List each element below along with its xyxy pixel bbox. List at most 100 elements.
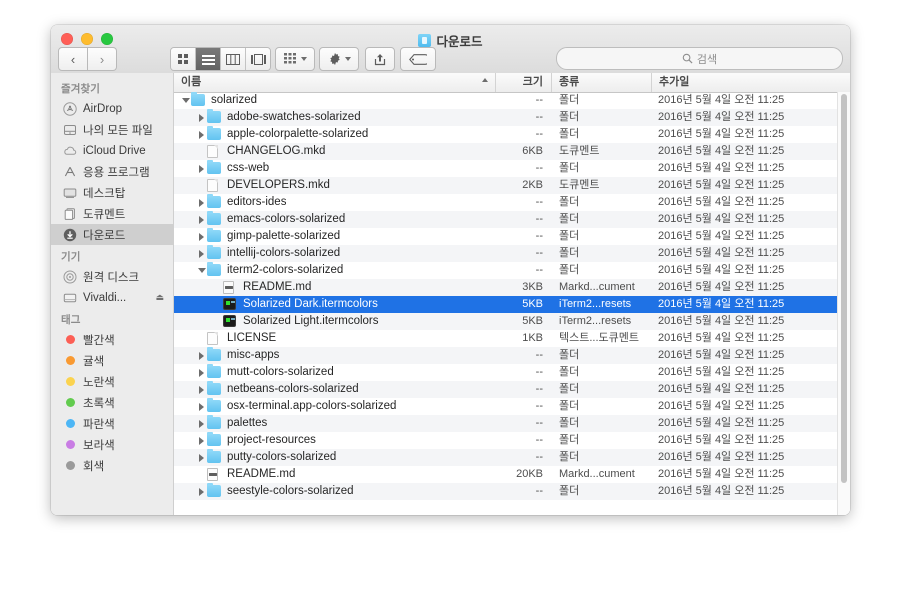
disclosure-triangle-closed[interactable] <box>196 453 207 462</box>
column-header-name[interactable]: 이름 <box>174 73 496 92</box>
disclosure-triangle-closed[interactable] <box>196 351 207 360</box>
tag-button[interactable] <box>400 47 436 71</box>
table-row[interactable]: CHANGELOG.mkd 6KB 도큐멘트 2016년 5월 4일 오전 11:25 <box>174 143 850 160</box>
sidebar-item-회색[interactable]: 회색 <box>51 455 173 476</box>
disclosure-triangle-closed[interactable] <box>196 232 207 241</box>
cell-name: README.md <box>174 279 496 296</box>
sidebar-item-icloud-drive[interactable]: iCloud Drive <box>51 140 173 161</box>
disclosure-triangle-closed[interactable] <box>196 130 207 139</box>
table-row[interactable]: seestyle-colors-solarized -- 폴더 2016년 5월 4일… <box>174 483 850 500</box>
disclosure-triangle-open[interactable] <box>196 268 207 273</box>
disclosure-triangle-closed[interactable] <box>196 385 207 394</box>
file-name: CHANGELOG.mkd <box>227 145 326 157</box>
itermcolors-icon <box>223 298 238 311</box>
finder-sidebar[interactable]: 즐겨찾기 AirDrop 나의 모든 파일 iCloud Drive 응용 프로그램 데스… <box>51 73 174 515</box>
sidebar-item-응용-프로그램[interactable]: 응용 프로그램 <box>51 161 173 182</box>
sidebar-item-초록색[interactable]: 초록색 <box>51 392 173 413</box>
table-row[interactable]: netbeans-colors-solarized -- 폴더 2016년 5월 4일… <box>174 381 850 398</box>
markdown-icon <box>207 468 222 481</box>
eject-icon[interactable]: ⏏ <box>155 292 164 303</box>
folder-icon <box>191 92 206 107</box>
sidebar-item-귤색[interactable]: 귤색 <box>51 350 173 371</box>
icon-view-button[interactable] <box>171 48 196 70</box>
cell-kind: 폴더 <box>559 383 580 395</box>
table-row[interactable]: README.md 3KB Markd...cument 2016년 5월 4일 오전… <box>174 279 850 296</box>
table-row[interactable]: osx-terminal.app-colors-solarized -- 폴더 201… <box>174 398 850 415</box>
file-name: Solarized Dark.itermcolors <box>243 298 378 310</box>
file-name: osx-terminal.app-colors-solarized <box>227 400 397 412</box>
chevron-right-icon <box>199 385 204 394</box>
table-row[interactable]: LICENSE 1KB 텍스트...도큐멘트 2016년 5월 4일 오전 11:25 <box>174 330 850 347</box>
disclosure-triangle-closed[interactable] <box>196 436 207 445</box>
table-row[interactable]: intellij-colors-solarized -- 폴더 2016년 5월 4일… <box>174 245 850 262</box>
disclosure-triangle-closed[interactable] <box>196 419 207 428</box>
table-row[interactable]: gimp-palette-solarized -- 폴더 2016년 5월 4일 오전… <box>174 228 850 245</box>
search-input[interactable]: 검색 <box>556 47 843 70</box>
sidebar-item-vivaldi...[interactable]: Vivaldi... ⏏ <box>51 287 173 308</box>
scrollbar-thumb[interactable] <box>841 94 847 484</box>
airdrop-icon <box>63 101 77 116</box>
vertical-scrollbar[interactable] <box>837 92 850 515</box>
coverflow-view-button[interactable] <box>246 48 270 70</box>
disclosure-triangle-closed[interactable] <box>196 113 207 122</box>
disclosure-triangle-closed[interactable] <box>196 487 207 496</box>
sidebar-item-파란색[interactable]: 파란색 <box>51 413 173 434</box>
disclosure-triangle-closed[interactable] <box>196 368 207 377</box>
table-row[interactable]: palettes -- 폴더 2016년 5월 4일 오전 11:25 <box>174 415 850 432</box>
table-row[interactable]: misc-apps -- 폴더 2016년 5월 4일 오전 11:25 <box>174 347 850 364</box>
action-button[interactable] <box>319 47 359 71</box>
table-row[interactable]: project-resources -- 폴더 2016년 5월 4일 오전 11:2… <box>174 432 850 449</box>
file-list-rows[interactable]: solarized -- 폴더 2016년 5월 4일 오전 11:25 adobe-s… <box>174 92 850 515</box>
table-row[interactable]: editors-ides -- 폴더 2016년 5월 4일 오전 11:25 <box>174 194 850 211</box>
table-row[interactable]: Solarized Dark.itermcolors 5KB iTerm2...re… <box>174 296 850 313</box>
list-view-button[interactable] <box>196 48 221 70</box>
file-name: netbeans-colors-solarized <box>227 383 359 395</box>
table-row[interactable]: css-web -- 폴더 2016년 5월 4일 오전 11:25 <box>174 160 850 177</box>
table-row[interactable]: README.md 20KB Markd...cument 2016년 5월 4일 오… <box>174 466 850 483</box>
markdown-icon <box>223 281 238 294</box>
share-button[interactable] <box>365 47 395 71</box>
column-header-kind[interactable]: 종류 <box>552 73 652 92</box>
column-header-label: 이름 <box>181 76 202 88</box>
disclosure-triangle-closed[interactable] <box>196 249 207 258</box>
chevron-right-icon <box>199 436 204 445</box>
document-icon <box>207 332 222 345</box>
table-row[interactable]: apple-colorpalette-solarized -- 폴더 2016년 5월… <box>174 126 850 143</box>
table-row[interactable]: putty-colors-solarized -- 폴더 2016년 5월 4일 오전… <box>174 449 850 466</box>
chevron-right-icon <box>199 113 204 122</box>
disclosure-triangle-closed[interactable] <box>196 164 207 173</box>
file-name: palettes <box>227 417 268 429</box>
sidebar-item-다운로드[interactable]: 다운로드 <box>51 224 173 245</box>
sidebar-item-나의-모든-파일[interactable]: 나의 모든 파일 <box>51 119 173 140</box>
table-row[interactable]: adobe-swatches-solarized -- 폴더 2016년 5월 4일 … <box>174 109 850 126</box>
sidebar-item-빨간색[interactable]: 빨간색 <box>51 329 173 350</box>
sidebar-item-노란색[interactable]: 노란색 <box>51 371 173 392</box>
cell-size: -- <box>535 366 543 378</box>
column-header-size[interactable]: 크기 <box>496 73 552 92</box>
file-name: apple-colorpalette-solarized <box>227 128 369 140</box>
forward-button[interactable]: › <box>88 47 117 71</box>
column-view-button[interactable] <box>221 48 246 70</box>
cell-size: -- <box>535 213 543 225</box>
disclosure-triangle-closed[interactable] <box>196 198 207 207</box>
table-row[interactable]: DEVELOPERS.mkd 2KB 도큐멘트 2016년 5월 4일 오전 11:2… <box>174 177 850 194</box>
table-row[interactable]: mutt-colors-solarized -- 폴더 2016년 5월 4일 오전 … <box>174 364 850 381</box>
table-row[interactable]: Solarized Light.itermcolors 5KB iTerm2...r… <box>174 313 850 330</box>
sidebar-item-원격-디스크[interactable]: 원격 디스크 <box>51 266 173 287</box>
sidebar-item-airdrop[interactable]: AirDrop <box>51 98 173 119</box>
disclosure-triangle-open[interactable] <box>180 98 191 103</box>
sidebar-item-데스크탑[interactable]: 데스크탑 <box>51 182 173 203</box>
sidebar-item-보라색[interactable]: 보라색 <box>51 434 173 455</box>
cell-date: 2016년 5월 4일 오전 11:25 <box>658 400 785 412</box>
table-row[interactable]: emacs-colors-solarized -- 폴더 2016년 5월 4일 오전… <box>174 211 850 228</box>
sidebar-item-도큐멘트[interactable]: 도큐멘트 <box>51 203 173 224</box>
table-row[interactable]: solarized -- 폴더 2016년 5월 4일 오전 11:25 <box>174 92 850 109</box>
disclosure-triangle-closed[interactable] <box>196 402 207 411</box>
arrange-button[interactable] <box>275 47 315 71</box>
table-row[interactable]: iterm2-colors-solarized -- 폴더 2016년 5월 4일 오… <box>174 262 850 279</box>
back-button[interactable]: ‹ <box>58 47 88 71</box>
cell-kind: 폴더 <box>559 213 580 225</box>
column-header-date[interactable]: 추가일 <box>652 73 850 92</box>
cell-name: css-web <box>174 160 496 177</box>
disclosure-triangle-closed[interactable] <box>196 215 207 224</box>
